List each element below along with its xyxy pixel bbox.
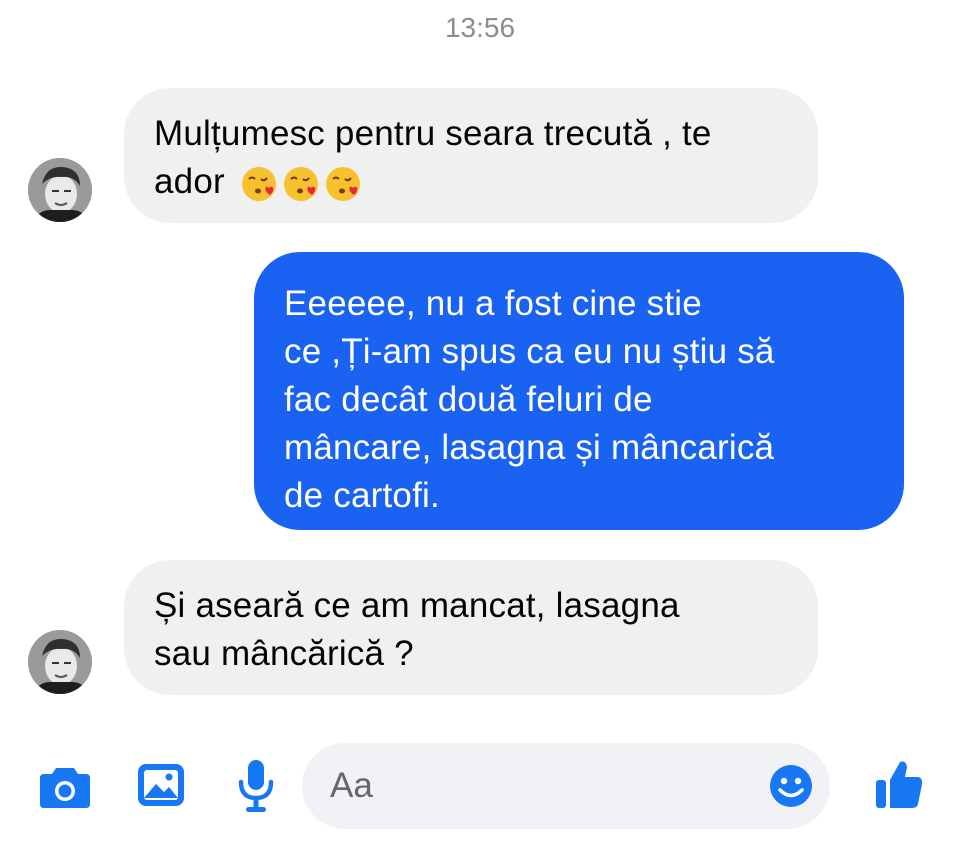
emoji-icon[interactable] [768, 763, 814, 809]
kissing-heart-emoji-icon [283, 166, 318, 201]
incoming-message-bubble[interactable]: Și aseară ce am mancat, lasagna sau mânc… [124, 560, 818, 695]
incoming-message-bubble[interactable]: Mulțumesc pentru seara trecută , te ador [124, 88, 818, 223]
message-line: ce ,Ți-am spus ca eu nu știu să [284, 332, 775, 371]
gallery-icon[interactable] [136, 762, 186, 808]
message-line: Eeeeee, nu a fost cine stie [284, 284, 702, 323]
message-input[interactable]: Aa [302, 743, 830, 829]
kissing-heart-emoji-icon [325, 166, 360, 201]
message-line: de cartofi. [284, 476, 440, 515]
outgoing-message-bubble[interactable]: Eeeeee, nu a fost cine stie ce ,Ți-am sp… [254, 252, 904, 530]
camera-icon[interactable] [38, 764, 92, 810]
contact-avatar[interactable] [28, 158, 92, 222]
message-line: fac decât două feluri de [284, 380, 653, 419]
message-input-placeholder: Aa [330, 766, 373, 805]
message-line: Și aseară ce am mancat, lasagna [154, 586, 680, 625]
microphone-icon[interactable] [236, 758, 276, 814]
kissing-heart-emoji-icon [241, 166, 276, 201]
message-line: mâncare, lasagna și mâncarică [284, 428, 775, 467]
message-line: Mulțumesc pentru seara trecută , te [154, 114, 712, 153]
chat-timestamp: 13:56 [444, 12, 516, 43]
message-line: ador [154, 162, 225, 201]
thumbs-up-icon[interactable] [874, 758, 924, 810]
message-line: sau mâncărică ? [154, 634, 414, 673]
contact-avatar[interactable] [28, 630, 92, 694]
